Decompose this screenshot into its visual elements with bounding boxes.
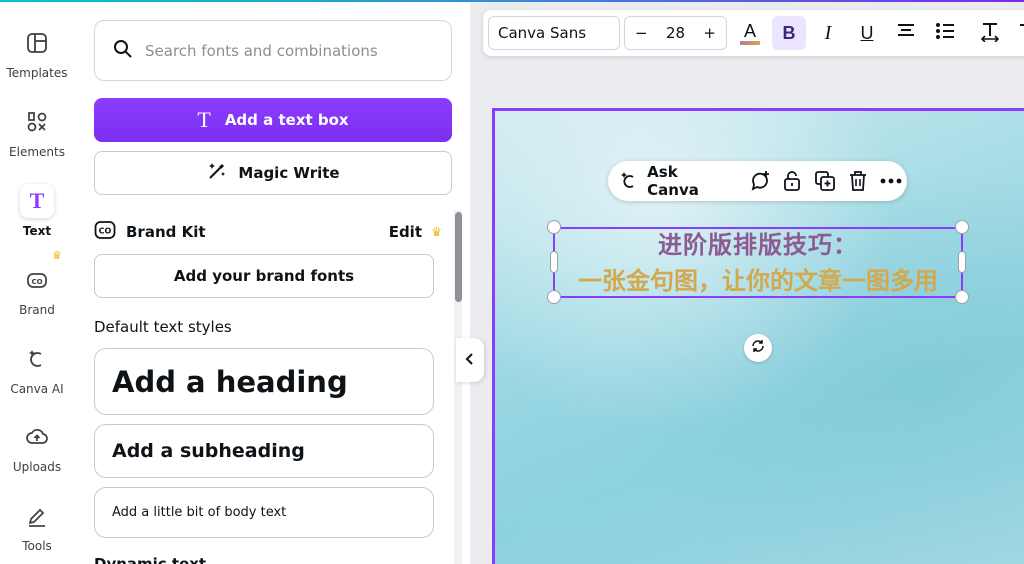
overflow-icon [1016, 21, 1024, 46]
italic-icon: I [824, 21, 832, 44]
text-t-icon: T [197, 107, 211, 132]
elements-icon [20, 105, 54, 139]
text-toolbar: Canva Sans − 28 + A B I U [483, 10, 1024, 56]
spacing-button[interactable] [973, 16, 1007, 50]
context-toolbar: Ask Canva [608, 161, 907, 201]
search-box[interactable] [94, 20, 452, 81]
uploads-icon [20, 420, 54, 454]
sidebar-item-elements[interactable]: Elements [0, 99, 74, 169]
add-brand-fonts-label: Add your brand fonts [173, 267, 355, 285]
more-toolbar-button[interactable] [1011, 16, 1024, 50]
dynamic-text-title: Dynamic text [94, 555, 207, 564]
brand-kit-edit-link[interactable]: Edit [389, 223, 422, 241]
top-accent-line [0, 0, 1024, 2]
comment-icon[interactable] [743, 164, 776, 198]
crown-icon: ♛ [431, 225, 442, 239]
chevron-left-icon [465, 351, 475, 370]
crown-icon: ♛ [52, 249, 62, 262]
heading-sample: Add a heading [112, 364, 348, 399]
add-heading-button[interactable]: Add a heading [94, 348, 434, 415]
align-button[interactable] [889, 16, 923, 50]
brand-kit-title: Brand Kit [126, 223, 206, 241]
font-size-value[interactable]: 28 [666, 24, 685, 42]
brand-icon: CO [20, 263, 54, 297]
bold-icon: B [782, 22, 796, 43]
canva-ai-icon [20, 342, 54, 376]
sidebar-item-uploads[interactable]: Uploads [0, 414, 74, 484]
add-body-text-button[interactable]: Add a little bit of body text [94, 487, 434, 538]
font-size-increase-button[interactable]: + [703, 24, 716, 42]
templates-icon [20, 26, 54, 60]
rotate-icon [750, 338, 766, 358]
default-styles-title: Default text styles [94, 318, 232, 336]
text-color-icon: A [740, 22, 760, 45]
text-line-1[interactable]: 进阶版排版技巧： [555, 229, 961, 261]
resize-handle-top-left[interactable] [547, 220, 561, 234]
underline-icon: U [860, 22, 874, 43]
add-brand-fonts-button[interactable]: Add your brand fonts [94, 254, 434, 298]
font-size-decrease-button[interactable]: − [635, 24, 648, 42]
subheading-sample: Add a subheading [112, 440, 305, 462]
collapse-panel-button[interactable] [456, 338, 484, 382]
sidebar-item-label: Tools [22, 539, 52, 553]
brand-kit-header: CO Brand Kit Edit ♛ [94, 219, 442, 245]
italic-button[interactable]: I [811, 16, 845, 50]
sidebar-item-canva-ai[interactable]: Canva AI [0, 336, 74, 406]
canva-ai-icon [618, 164, 639, 198]
resize-handle-left[interactable] [550, 251, 558, 273]
rotate-handle[interactable] [744, 334, 772, 362]
font-size-stepper: − 28 + [624, 16, 727, 50]
sidebar-item-label: Text [22, 224, 52, 238]
sidebar-item-templates[interactable]: Templates [0, 20, 74, 90]
resize-handle-right[interactable] [958, 251, 966, 273]
add-text-box-label: Add a text box [224, 111, 349, 129]
svg-text:CO: CO [99, 227, 112, 236]
svg-text:CO: CO [31, 278, 42, 286]
font-family-select[interactable]: Canva Sans [488, 16, 620, 50]
spacing-icon [979, 20, 1001, 47]
text-color-button[interactable]: A [733, 16, 767, 50]
sidebar-item-label: Uploads [12, 460, 62, 474]
selected-text-box[interactable]: 进阶版排版技巧： 一张金句图，让你的文章一图多用 [553, 227, 963, 298]
sidebar-item-label: Canva AI [10, 382, 64, 396]
sidebar-item-brand[interactable]: CO Brand ♛ [0, 249, 74, 327]
sidebar-item-tools[interactable]: Tools [0, 493, 74, 563]
sidebar-item-label: Templates [6, 66, 68, 80]
sidebar-item-text[interactable]: T Text [0, 178, 74, 248]
sidebar-item-label: Elements [9, 145, 65, 159]
text-icon: T [20, 184, 54, 218]
resize-handle-bottom-right[interactable] [955, 290, 969, 304]
magic-write-label: Magic Write [238, 164, 340, 182]
magic-write-button[interactable]: Magic Write [94, 151, 452, 195]
bullet-list-icon [935, 22, 955, 45]
underline-button[interactable]: U [850, 16, 884, 50]
add-subheading-button[interactable]: Add a subheading [94, 424, 434, 478]
left-rail: Templates Elements T Text CO Brand ♛ Can… [0, 2, 74, 564]
body-sample: Add a little bit of body text [112, 505, 287, 520]
lock-icon[interactable] [776, 164, 809, 198]
sidebar-item-label: Brand [19, 303, 55, 317]
text-line-2[interactable]: 一张金句图，让你的文章一图多用 [553, 265, 963, 297]
bold-button[interactable]: B [772, 16, 806, 50]
more-options-icon[interactable] [874, 164, 907, 198]
text-panel: T Add a text box Magic Write CO Brand Ki… [74, 2, 470, 564]
panel-scrollbar-thumb[interactable] [455, 212, 462, 302]
search-icon [113, 39, 133, 63]
magic-wand-icon [206, 160, 228, 186]
ask-canva-button[interactable]: Ask Canva [647, 163, 731, 199]
duplicate-icon[interactable] [809, 164, 842, 198]
align-center-icon [896, 23, 916, 44]
search-input[interactable] [145, 41, 435, 60]
resize-handle-top-right[interactable] [955, 220, 969, 234]
add-text-box-button[interactable]: T Add a text box [94, 98, 452, 142]
font-family-value: Canva Sans [498, 24, 587, 42]
resize-handle-bottom-left[interactable] [547, 290, 561, 304]
list-button[interactable] [928, 16, 962, 50]
trash-icon[interactable] [842, 164, 875, 198]
brand-kit-icon: CO [94, 219, 116, 245]
tools-icon [20, 499, 54, 533]
